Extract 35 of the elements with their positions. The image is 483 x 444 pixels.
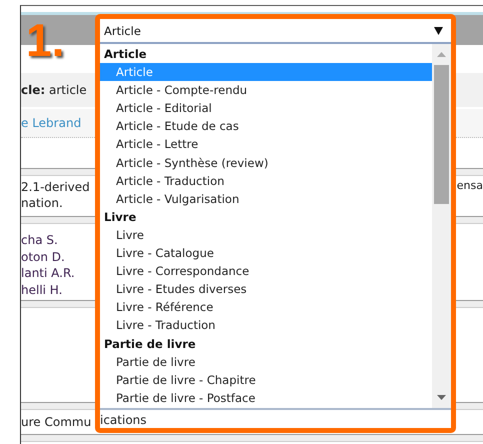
record-type-text: cle: article xyxy=(21,83,87,97)
dropdown-option[interactable]: Partie de livre - Chapitre xyxy=(100,370,432,389)
dropdown-option[interactable]: Livre - Etudes diverses xyxy=(100,280,432,298)
dropdown-option[interactable]: Article - Editorial xyxy=(100,99,432,118)
dropdown-option[interactable]: Article - Lettre xyxy=(100,135,432,154)
author-name: oton D. xyxy=(21,248,66,265)
dropdown-option[interactable]: Article - Traduction xyxy=(100,172,432,190)
option-group-label: Article xyxy=(103,46,148,63)
type-select[interactable]: Article xyxy=(100,19,451,44)
dropdown-option[interactable]: Livre - Traduction xyxy=(100,316,432,334)
scrollbar[interactable] xyxy=(432,44,451,408)
dropdown-option[interactable]: Livre - Référence xyxy=(100,298,432,316)
abstract-text: 2.1-derived xyxy=(21,179,90,195)
dropdown-option[interactable]: Livre xyxy=(100,226,432,244)
dropdown-option[interactable]: Article - Synthèse (review) xyxy=(100,154,432,172)
journal-text: ure Commu xyxy=(21,415,92,429)
dropdown-arrow-icon xyxy=(434,26,443,34)
dropdown-option[interactable]: Livre - Correspondance xyxy=(100,262,432,280)
scroll-down-icon[interactable] xyxy=(437,395,446,400)
option-group-label: Livre xyxy=(103,208,138,226)
author-name: lanti A.R. xyxy=(21,265,75,282)
dropdown-option[interactable]: Article - Compte-rendu xyxy=(100,81,432,100)
author-name: cha S. xyxy=(21,232,59,248)
abstract-text: ensa xyxy=(456,179,483,192)
dropdown-option[interactable]: Partie de livre xyxy=(100,352,432,371)
scrollbar-thumb[interactable] xyxy=(434,65,449,204)
dropdown-option[interactable]: Partie de livre - Postface xyxy=(100,388,432,407)
abstract-text: nation. xyxy=(21,195,64,211)
scroll-up-icon[interactable] xyxy=(437,52,446,57)
dropdown-option[interactable]: Article - Vulgarisation xyxy=(100,190,432,208)
dropdown-option[interactable]: Livre - Catalogue xyxy=(100,244,432,262)
option-group-label: Partie de livre xyxy=(103,336,197,352)
dropdown-option[interactable]: Article - Etude de cas xyxy=(100,117,432,136)
journal-text: ications xyxy=(100,413,147,427)
author-name: helli H. xyxy=(21,282,64,298)
